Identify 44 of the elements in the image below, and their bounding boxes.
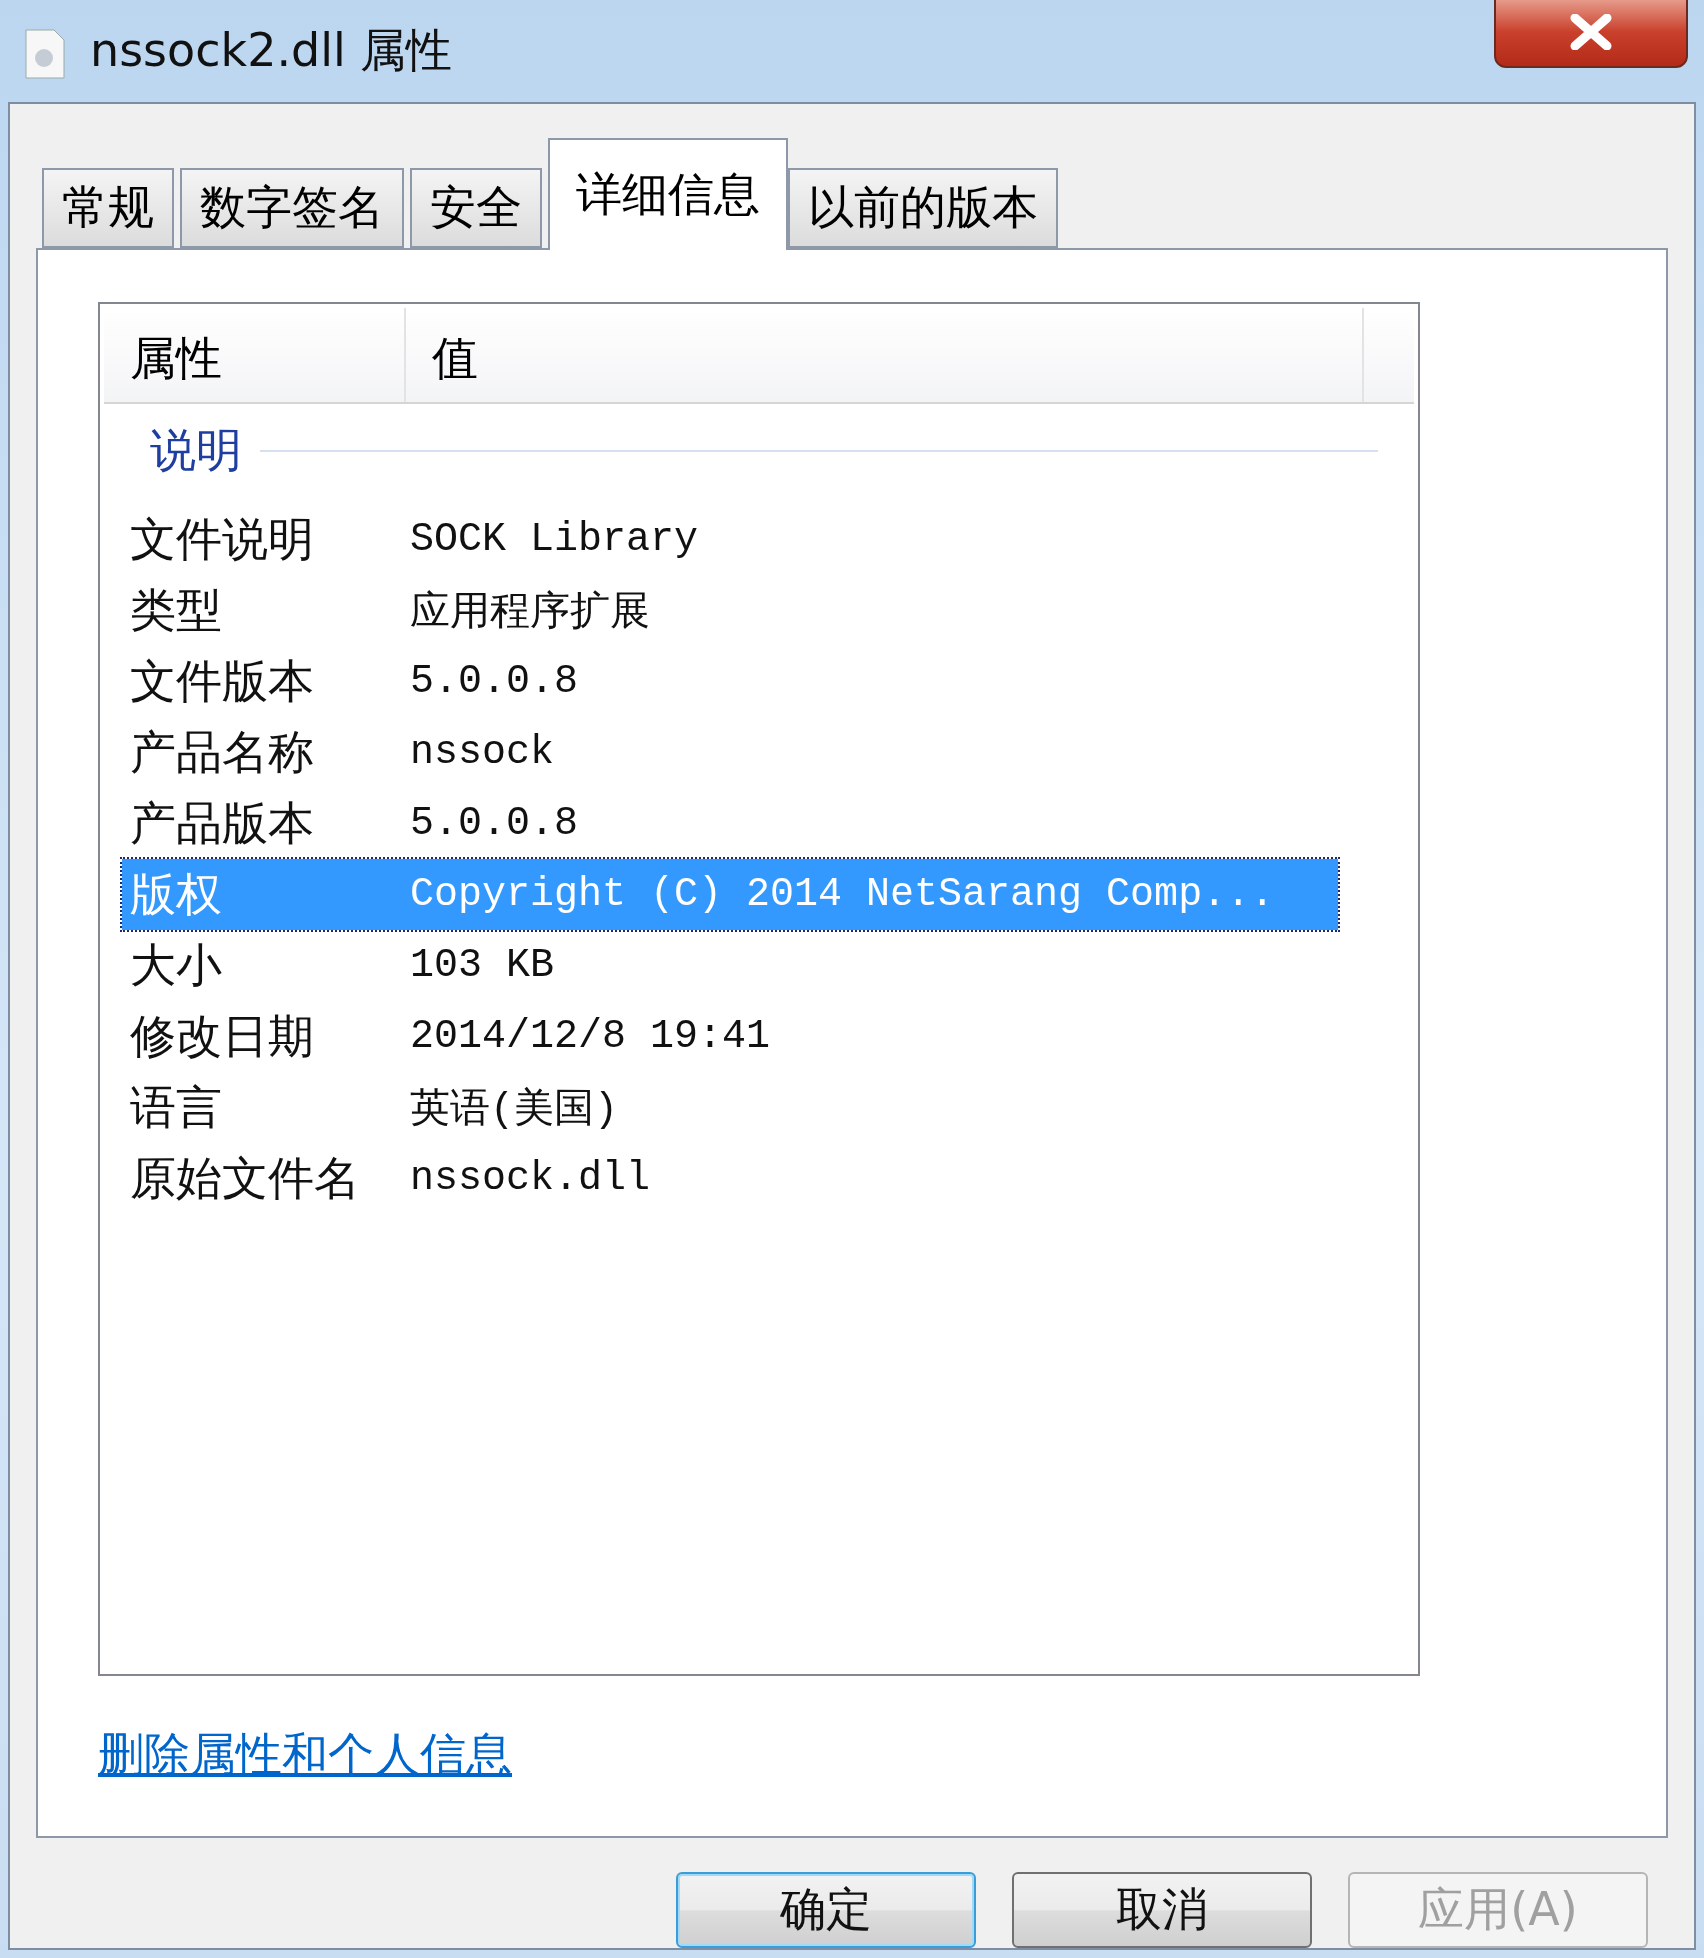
remove-properties-link[interactable]: 删除属性和个人信息 — [98, 1724, 512, 1786]
property-value: nssock.dll — [410, 1156, 651, 1201]
list-row[interactable]: 修改日期 2014/12/8 19:41 — [122, 1001, 1338, 1072]
property-value: 应用程序扩展 — [410, 589, 650, 638]
list-row[interactable]: 语言 英语(美国) — [122, 1072, 1338, 1143]
list-row[interactable]: 文件版本 5.0.0.8 — [122, 646, 1338, 717]
list-row[interactable]: 类型 应用程序扩展 — [122, 575, 1338, 646]
property-value: nssock — [410, 730, 555, 775]
property-value: 2014/12/8 19:41 — [410, 1014, 771, 1059]
property-name: 大小 — [129, 936, 223, 994]
property-name: 产品名称 — [129, 723, 315, 781]
tab[interactable]: 详细信息 — [548, 138, 788, 250]
property-name: 版权 — [129, 865, 223, 923]
close-icon — [1569, 14, 1613, 50]
property-value: Copyright (C) 2014 NetSarang Comp... — [410, 872, 1275, 917]
property-value: SOCK Library — [410, 517, 699, 562]
group-header: 说明 — [150, 422, 242, 479]
property-value: 103 KB — [410, 943, 555, 988]
file-icon — [22, 28, 68, 80]
column-header[interactable]: 属性 — [104, 308, 406, 402]
dialog-button[interactable]: 取消 — [1012, 1872, 1312, 1948]
list-row[interactable]: 产品名称 nssock — [122, 717, 1338, 788]
property-name: 语言 — [129, 1078, 223, 1136]
list-row[interactable]: 文件说明 SOCK Library — [122, 504, 1338, 575]
property-name: 类型 — [129, 581, 223, 639]
close-button[interactable] — [1494, 0, 1688, 68]
tab[interactable]: 以前的版本 — [788, 168, 1058, 248]
dialog-button[interactable]: 确定 — [676, 1872, 976, 1948]
property-name: 文件说明 — [129, 510, 315, 568]
property-value: 5.0.0.8 — [410, 801, 579, 846]
property-value: 5.0.0.8 — [410, 659, 579, 704]
property-name: 文件版本 — [129, 652, 315, 710]
list-row[interactable]: 产品版本 5.0.0.8 — [122, 788, 1338, 859]
column-header[interactable]: 值 — [406, 308, 1364, 402]
window-title: nssock2.dll 属性 — [90, 22, 453, 79]
property-name: 修改日期 — [129, 1007, 315, 1065]
property-name: 产品版本 — [129, 794, 315, 852]
tab[interactable]: 数字签名 — [180, 168, 404, 248]
property-name: 原始文件名 — [129, 1149, 361, 1207]
list-row[interactable]: 原始文件名 nssock.dll — [122, 1143, 1338, 1214]
list-row[interactable]: 大小 103 KB — [122, 930, 1338, 1001]
property-value: 英语(美国) — [410, 1086, 618, 1135]
tab[interactable]: 常规 — [42, 168, 174, 248]
tab[interactable]: 安全 — [410, 168, 542, 248]
